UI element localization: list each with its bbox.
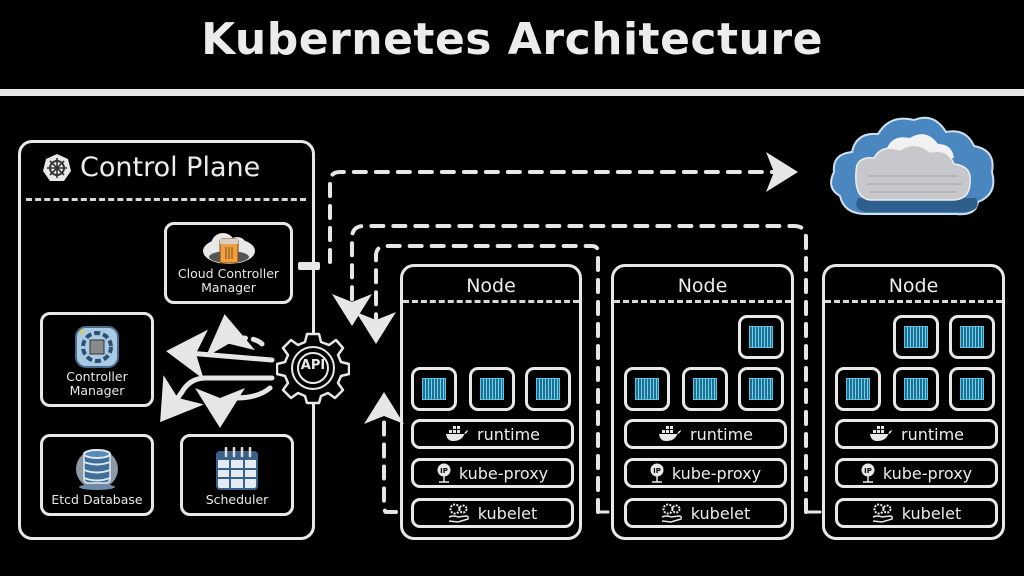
- svg-text:IP: IP: [653, 467, 661, 475]
- container-icon: [422, 378, 446, 400]
- pod[interactable]: [949, 367, 995, 411]
- runtime-bar[interactable]: runtime: [835, 419, 998, 449]
- node-2[interactable]: Node runtime IP kube-proxy kubelet: [822, 264, 1005, 540]
- calendar-icon: [216, 447, 258, 490]
- ccm-label-1: Cloud Controller: [177, 266, 280, 281]
- pod[interactable]: [835, 367, 881, 411]
- runtime-bar[interactable]: runtime: [411, 419, 574, 449]
- container-icon: [960, 326, 984, 348]
- pod[interactable]: [893, 367, 939, 411]
- node-title: Node: [677, 275, 728, 297]
- node-divider: [403, 300, 579, 303]
- cloud-provider-icon[interactable]: [826, 110, 998, 222]
- pod[interactable]: [949, 315, 995, 359]
- container-icon: [536, 378, 560, 400]
- kubelet-label: kubelet: [690, 503, 751, 523]
- kube-proxy-bar[interactable]: IP kube-proxy: [411, 458, 574, 488]
- node-divider: [825, 300, 1002, 303]
- cp-to-cloud-link: [328, 152, 798, 264]
- kube-proxy-label: kube-proxy: [458, 463, 549, 483]
- scheduler[interactable]: Scheduler: [180, 434, 294, 516]
- container-icon: [480, 378, 504, 400]
- etcd-label: Etcd Database: [51, 492, 143, 507]
- pod[interactable]: [738, 367, 784, 411]
- cm-label-2: Manager: [69, 383, 125, 398]
- container-icon: [749, 326, 773, 348]
- controller-chip-icon: [75, 326, 119, 368]
- ip-pin-icon: IP: [861, 463, 875, 483]
- api-label: API: [300, 358, 326, 373]
- container-icon: [904, 378, 928, 400]
- runtime-bar[interactable]: runtime: [624, 419, 787, 449]
- control-plane-label: Control Plane: [80, 152, 261, 183]
- gears-hand-icon: [872, 503, 893, 523]
- svg-text:IP: IP: [864, 467, 872, 475]
- container-icon: [635, 378, 659, 400]
- kube-proxy-bar[interactable]: IP kube-proxy: [835, 458, 998, 488]
- control-plane-divider: [26, 198, 306, 201]
- etcd-database[interactable]: Etcd Database: [40, 434, 154, 516]
- database-icon: [76, 449, 118, 490]
- control-plane-header: Control Plane: [42, 152, 260, 183]
- kube-proxy-bar[interactable]: IP kube-proxy: [624, 458, 787, 488]
- gears-hand-icon: [661, 503, 682, 523]
- pod[interactable]: [525, 367, 571, 411]
- ip-pin-icon: IP: [650, 463, 664, 483]
- container-icon: [693, 378, 717, 400]
- kubelet-label: kubelet: [477, 503, 538, 523]
- kubelet-label: kubelet: [901, 503, 962, 523]
- cloud-server-icon: [202, 233, 255, 264]
- runtime-label: runtime: [900, 424, 964, 444]
- docker-whale-icon: [445, 426, 468, 441]
- node-0[interactable]: Node runtime IP kube-proxy kubelet: [400, 264, 582, 540]
- scheduler-label: Scheduler: [205, 492, 269, 507]
- pod[interactable]: [893, 315, 939, 359]
- node-divider: [614, 300, 791, 303]
- runtime-label: runtime: [476, 424, 540, 444]
- kube-proxy-label: kube-proxy: [882, 463, 973, 483]
- container-icon: [904, 326, 928, 348]
- ccm-label-2: Manager: [201, 280, 256, 295]
- node-1[interactable]: Node runtime IP kube-proxy kubelet: [611, 264, 794, 540]
- pod[interactable]: [624, 367, 670, 411]
- pod[interactable]: [738, 315, 784, 359]
- cloud-controller-manager[interactable]: Cloud Controller Manager: [164, 222, 293, 304]
- node-title: Node: [466, 275, 516, 297]
- cm-label-1: Controller: [66, 369, 128, 384]
- kubelet-bar[interactable]: kubelet: [624, 498, 787, 528]
- node0-to-api-link: [364, 392, 404, 514]
- container-icon: [846, 378, 870, 400]
- kubelet-bar[interactable]: kubelet: [835, 498, 998, 528]
- svg-text:IP: IP: [440, 467, 448, 475]
- container-icon: [749, 378, 773, 400]
- helm-wheel-icon: [43, 153, 71, 181]
- docker-whale-icon: [658, 426, 681, 441]
- node-title: Node: [888, 275, 939, 297]
- container-icon: [960, 378, 984, 400]
- controller-manager[interactable]: Controller Manager: [40, 312, 154, 407]
- kubelet-bar[interactable]: kubelet: [411, 498, 574, 528]
- ip-pin-icon: IP: [437, 463, 451, 483]
- gears-hand-icon: [448, 503, 469, 523]
- pod[interactable]: [469, 367, 515, 411]
- kube-proxy-label: kube-proxy: [671, 463, 762, 483]
- runtime-label: runtime: [689, 424, 753, 444]
- pod[interactable]: [682, 367, 728, 411]
- pod[interactable]: [411, 367, 457, 411]
- docker-whale-icon: [869, 426, 892, 441]
